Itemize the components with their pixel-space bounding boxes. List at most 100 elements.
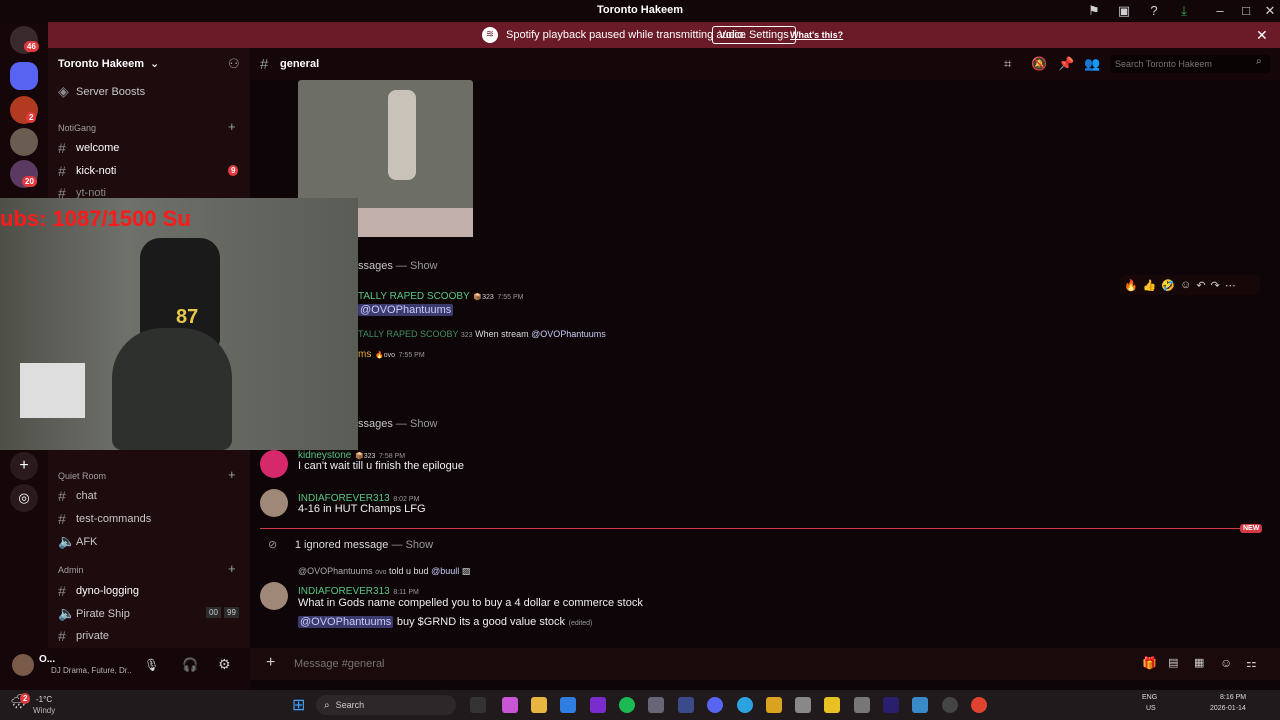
reaction-thumbs-icon[interactable]: 👍 [1143, 279, 1157, 292]
obs-icon[interactable] [942, 697, 958, 713]
server-icon[interactable] [10, 128, 38, 156]
file-explorer-icon[interactable] [531, 697, 547, 713]
threads-icon[interactable]: ⌗ [1004, 56, 1011, 72]
search-icon: ⌕ [1256, 56, 1262, 67]
discover-icon[interactable]: ◎ [10, 484, 38, 512]
new-messages-divider [260, 528, 1240, 529]
avatar[interactable] [12, 654, 34, 676]
timestamp: 8:02 PM [393, 496, 420, 503]
attach-icon[interactable]: + [266, 654, 275, 672]
mute-icon[interactable]: 🔕 [1031, 56, 1047, 72]
user-mention[interactable]: @OVOPhantuums [358, 304, 454, 316]
screen-icon[interactable]: ▣ [1116, 3, 1132, 19]
notepad-icon[interactable] [912, 697, 928, 713]
reaction-fire-icon[interactable]: 🔥 [1124, 279, 1138, 292]
channel-dyno-logging[interactable]: # dyno-logging [58, 583, 139, 599]
voice-settings-button[interactable]: Voice Settings [712, 26, 796, 44]
emoji-icon[interactable]: ☺ [1220, 656, 1232, 670]
sticker-icon[interactable]: ▦ [1194, 656, 1204, 669]
avatar[interactable] [260, 450, 288, 478]
user-mention[interactable]: @OVOPhantuums [298, 616, 394, 628]
reply-preview[interactable]: @OVOPhantuums ovo told u bud @buull ▨ [298, 566, 470, 577]
edge-icon[interactable] [560, 697, 576, 713]
avatar[interactable] [260, 582, 288, 610]
start-icon[interactable]: ⊞ [292, 695, 305, 715]
close-window-icon[interactable]: ✕ [1262, 3, 1278, 19]
close-icon[interactable]: ✕ [1256, 27, 1268, 44]
speaker-icon: 🔈 [58, 605, 76, 621]
add-server-icon[interactable]: + [10, 452, 38, 480]
search-input[interactable] [1110, 55, 1270, 73]
members-icon[interactable]: 👥 [1084, 56, 1100, 72]
app-icon[interactable] [590, 697, 606, 713]
more-icon[interactable]: ⋯ [1225, 279, 1236, 292]
gif-icon[interactable]: ▤ [1168, 656, 1178, 669]
unread-badge: 9 [228, 165, 239, 176]
headphones-icon[interactable]: 🎧 [182, 657, 198, 673]
microphone-icon[interactable]: 🎙 [144, 658, 159, 672]
gear-icon[interactable]: ⚙ [218, 656, 231, 673]
user-name: O... [39, 654, 56, 665]
message-header: INDIAFOREVER313 8:11 PM [298, 582, 419, 597]
whats-this-link[interactable]: What's this? [790, 30, 843, 40]
calculator-icon[interactable] [795, 697, 811, 713]
settings-icon[interactable] [648, 697, 664, 713]
add-channel-icon[interactable]: + [228, 561, 236, 576]
spotify-taskbar-icon[interactable] [619, 697, 635, 713]
ignored-message-row[interactable]: ⊘ 1 ignored message — Show [268, 536, 433, 551]
ignored-icon: ⊘ [268, 539, 278, 551]
avatar[interactable] [260, 489, 288, 517]
warning-app-icon[interactable] [824, 697, 840, 713]
clock-time[interactable]: 8:16 PM [1220, 694, 1246, 701]
reaction-laugh-icon[interactable]: 🤣 [1161, 279, 1175, 292]
telegram-icon[interactable] [737, 697, 753, 713]
hidden-messages-row[interactable]: ssages — Show [358, 257, 438, 272]
download-icon[interactable]: ⤓ [1176, 3, 1192, 19]
maximize-icon[interactable]: □ [1238, 3, 1254, 19]
app-icon[interactable] [766, 697, 782, 713]
add-channel-icon[interactable]: + [228, 119, 236, 134]
channel-afk[interactable]: 🔈 AFK [58, 533, 97, 550]
hidden-messages-row[interactable]: ssages — Show [358, 415, 438, 430]
minimize-icon[interactable]: – [1212, 3, 1228, 19]
help-icon[interactable]: ? [1146, 3, 1162, 19]
server-boosts[interactable]: ◈ Server Boosts [58, 83, 145, 100]
server-icon-active[interactable] [10, 62, 38, 90]
category-quiet-room[interactable]: Quiet Room [58, 471, 106, 481]
server-name-button[interactable]: Toronto Hakeem ⌄ [58, 57, 159, 71]
invite-icon[interactable]: ⚇ [228, 56, 240, 72]
add-channel-icon[interactable]: + [228, 467, 236, 482]
channel-chat[interactable]: # chat [58, 488, 97, 504]
username[interactable]: ms [358, 349, 371, 360]
username[interactable]: INDIAFOREVER313 [298, 586, 390, 597]
terminal-icon[interactable] [678, 697, 694, 713]
channel-kick-noti[interactable]: # kick-noti [58, 163, 116, 179]
show-link[interactable]: Show [406, 539, 434, 551]
channel-welcome[interactable]: # welcome [58, 140, 119, 156]
snipping-icon[interactable] [854, 697, 870, 713]
message-input[interactable] [294, 654, 874, 674]
gift-icon[interactable]: 🎁 [1142, 656, 1157, 670]
premiere-icon[interactable] [883, 697, 899, 713]
category-admin[interactable]: Admin [58, 565, 84, 575]
forward-icon[interactable]: ↷ [1211, 279, 1220, 292]
show-link[interactable]: Show [410, 260, 438, 272]
show-link[interactable]: Show [410, 418, 438, 430]
channel-pirate-ship[interactable]: 🔈 Pirate Ship [58, 605, 130, 622]
discord-taskbar-icon[interactable] [707, 697, 723, 713]
language[interactable]: ENG [1142, 694, 1157, 701]
chrome-icon[interactable] [971, 697, 987, 713]
apps-icon[interactable]: ⚏ [1246, 656, 1257, 670]
region: US [1146, 705, 1156, 712]
pin-icon[interactable]: 📌 [1058, 56, 1074, 72]
copilot-icon[interactable] [502, 697, 518, 713]
channel-test-commands[interactable]: # test-commands [58, 511, 151, 527]
reply-icon[interactable]: ↶ [1196, 279, 1205, 292]
reply-preview[interactable]: TALLY RAPED SCOOBY 323 When stream @OVOP… [358, 329, 606, 339]
task-view-icon[interactable] [470, 697, 486, 713]
add-reaction-icon[interactable]: ☺ [1180, 279, 1191, 291]
inbox-icon[interactable]: ⚑ [1086, 3, 1102, 19]
category-notigang[interactable]: NotiGang [58, 123, 96, 133]
taskbar-search[interactable]: ⌕ Search [316, 695, 456, 715]
channel-private[interactable]: # private [58, 628, 109, 644]
